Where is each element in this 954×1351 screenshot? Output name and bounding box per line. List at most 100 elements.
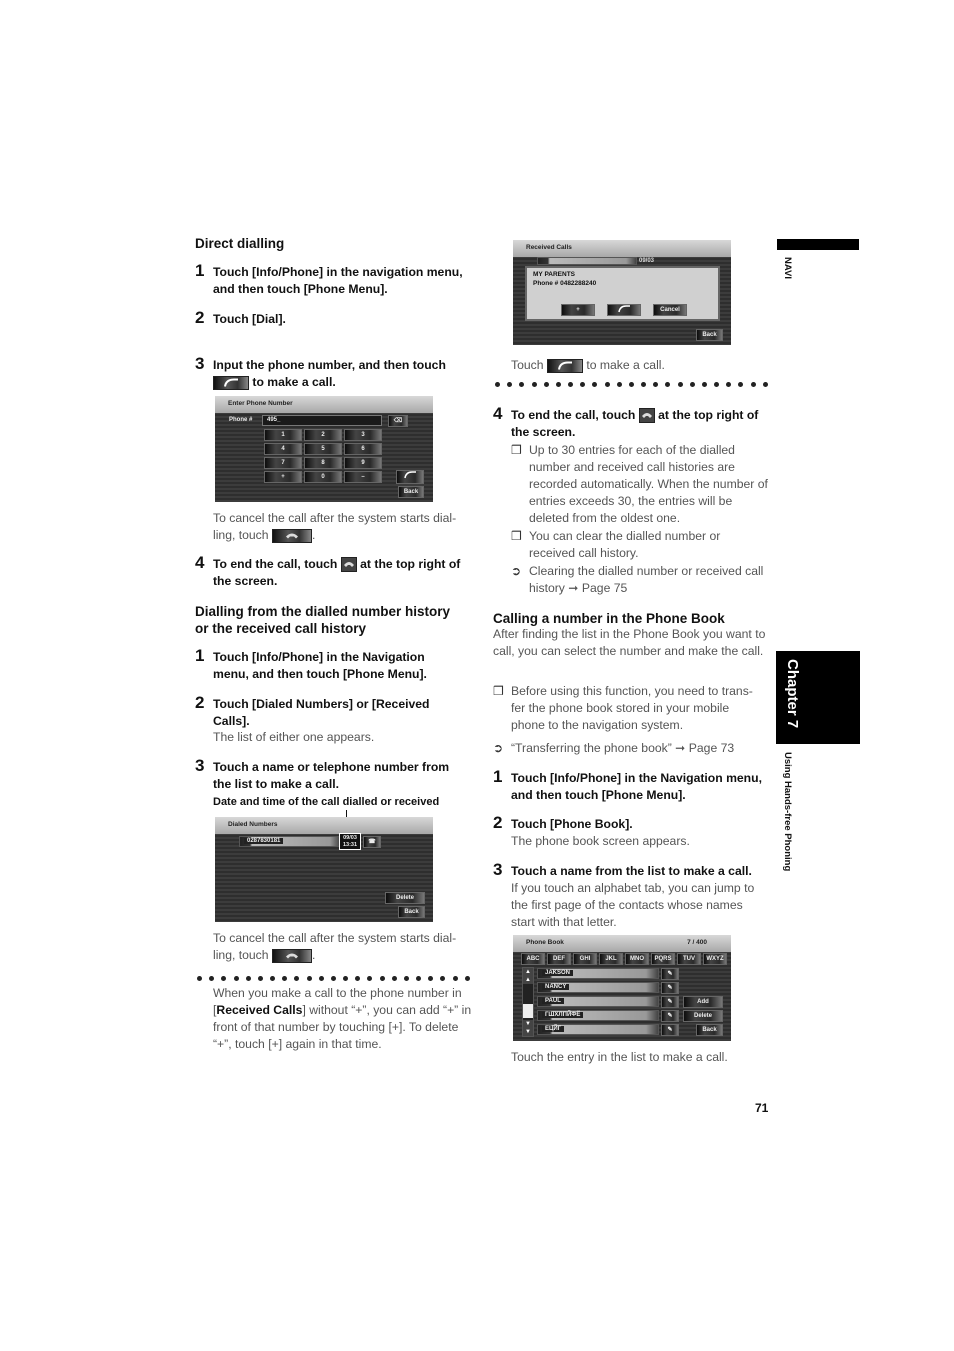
checkbox-bullet-icon: ❒ <box>511 529 522 543</box>
cancel-note-history: To cancel the call after the system star… <box>213 931 457 963</box>
edit-contact-button[interactable]: ✎ <box>661 996 679 1008</box>
key-4[interactable]: 4 <box>264 443 302 455</box>
phone-book-screen: Phone Book 7 / 400 ABC DEF GHI JKL MNO P… <box>513 935 731 1041</box>
chapter-tab: Chapter 7 <box>776 651 860 744</box>
back-button[interactable]: Back <box>398 906 425 918</box>
entry-count: 7 / 400 <box>687 939 707 946</box>
section-label: Using Hands-free Phoning <box>782 752 793 872</box>
phonebook-intro: After finding the list in the Phone Book… <box>493 627 766 658</box>
heading-phone-book: Calling a number in the Phone Book <box>493 611 725 626</box>
key-1[interactable]: 1 <box>264 429 302 441</box>
call-button-icon <box>546 358 583 373</box>
step-number: 2 <box>195 308 205 327</box>
note-history-limit: ❒ Up to 30 entries for each of the diall… <box>511 443 768 525</box>
tab-mno[interactable]: MNO <box>625 953 649 965</box>
key-plus[interactable]: + <box>264 471 302 483</box>
key-3[interactable]: 3 <box>344 429 382 441</box>
key-0[interactable]: 0 <box>304 471 342 483</box>
page-number: 71 <box>755 1101 769 1115</box>
contact-row[interactable]: NANCY <box>537 982 659 993</box>
heading-dialling-history: Dialling from the dialled number history… <box>195 604 451 636</box>
key-6[interactable]: 6 <box>344 443 382 455</box>
screen-title: Enter Phone Number <box>228 400 293 407</box>
call-entry-button[interactable]: ☎ <box>363 836 381 848</box>
scroll-up-icon[interactable]: ▲ ▲ <box>523 968 533 984</box>
tab-def[interactable]: DEF <box>547 953 571 965</box>
enter-phone-number-screen: Enter Phone Number Phone # 495_ ⌫ 1 2 3 … <box>215 396 433 502</box>
row-date: 09/03 <box>639 258 655 264</box>
reference-arrow-icon: ➲ <box>511 564 522 578</box>
phonebook-step-3-sub: If you touch an alphabet tab, you can ju… <box>511 881 755 929</box>
dialed-numbers-screen: Dialed Numbers 0287830181 09/03 13:31 ☎ … <box>215 817 433 922</box>
key-9[interactable]: 9 <box>344 457 382 469</box>
step-text: Input the phone number, and then touch <box>213 358 446 372</box>
key-5[interactable]: 5 <box>304 443 342 455</box>
phone-handset-icon <box>404 471 416 479</box>
step-number: 3 <box>195 354 205 373</box>
edit-contact-button[interactable]: ✎ <box>661 968 679 980</box>
contact-row[interactable]: ГШХЛПЙФЁ <box>537 1010 659 1021</box>
navi-tab-bar <box>777 239 859 250</box>
phonebook-caption: Touch the entry in the list to make a ca… <box>511 1050 728 1064</box>
backspace-button[interactable]: ⌫ <box>388 415 408 427</box>
contact-row[interactable]: ЕЦЙГ <box>537 1024 659 1035</box>
checkbox-bullet-icon: ❒ <box>511 443 522 457</box>
date-time-highlight: 09/03 13:31 <box>339 833 361 850</box>
call-button[interactable] <box>607 304 641 316</box>
delete-button[interactable]: Delete <box>683 1010 723 1022</box>
step-number: 1 <box>195 261 205 280</box>
received-calls-screen: Received Calls 09/03 MY PARENTS Phone # … <box>513 240 731 345</box>
tab-wxyz[interactable]: WXYZ <box>703 953 727 965</box>
call-button[interactable] <box>396 470 424 484</box>
back-button[interactable]: Back <box>696 1024 723 1036</box>
phone-number-field[interactable]: 495_ <box>262 415 382 426</box>
step-text: Touch [Info/Phone] in the navigation men… <box>213 265 463 296</box>
tab-abc[interactable]: ABC <box>521 953 545 965</box>
back-button[interactable]: Back <box>696 329 723 341</box>
dotted-divider <box>495 379 768 389</box>
phonebook-step-2-sub: The phone book screen appears. <box>511 834 690 848</box>
phone-label: Phone # <box>229 417 253 423</box>
hangup-icon <box>638 408 655 424</box>
tab-pqrs[interactable]: PQRS <box>651 953 675 965</box>
screen-title: Dialed Numbers <box>228 821 278 828</box>
chapter-label: Chapter 7 <box>784 659 801 729</box>
navi-label: NAVI <box>782 257 793 279</box>
cancel-button[interactable]: Cancel <box>653 304 687 316</box>
scroll-down-icon[interactable]: ▼ ▼ <box>523 1020 533 1036</box>
key-8[interactable]: 8 <box>304 457 342 469</box>
dialed-entry-row[interactable]: 0287830181 <box>239 836 341 847</box>
key-7[interactable]: 7 <box>264 457 302 469</box>
hangup-button-icon <box>271 528 312 543</box>
edit-contact-button[interactable]: ✎ <box>661 982 679 994</box>
key-2[interactable]: 2 <box>304 429 342 441</box>
screen-title: Phone Book <box>526 939 564 946</box>
back-button[interactable]: Back <box>398 486 424 498</box>
received-entry-row[interactable] <box>537 257 637 265</box>
contact-row[interactable]: JAKSON <box>537 968 659 979</box>
reference-arrow-icon: ➲ <box>493 741 504 755</box>
edit-contact-button[interactable]: ✎ <box>661 1024 679 1036</box>
note-clear-history: ❒ You can clear the dialled number or re… <box>511 529 721 560</box>
popup-phone: Phone # 0482288240 <box>533 280 597 287</box>
delete-button[interactable]: Delete <box>385 892 425 904</box>
edit-contact-button[interactable]: ✎ <box>661 1010 679 1022</box>
contact-row[interactable]: PAUL <box>537 996 659 1007</box>
popup-name: MY PARENTS <box>533 271 576 278</box>
plus-note: When you make a call to the phone number… <box>213 986 472 1051</box>
heading-direct-dialling: Direct dialling <box>195 236 285 251</box>
scroll-thumb[interactable] <box>523 1004 533 1018</box>
scrollbar[interactable]: ▲ ▲ ▼ ▼ <box>522 967 534 1037</box>
plus-button[interactable]: + <box>561 304 595 316</box>
call-popup: MY PARENTS Phone # 0482288240 + Cancel <box>525 266 720 321</box>
screen-title: Received Calls <box>526 244 572 251</box>
note-transfer-required: ❒ Before using this function, you need t… <box>493 684 753 732</box>
tab-jkl[interactable]: JKL <box>599 953 623 965</box>
step-number: 4 <box>195 553 205 572</box>
tab-tuv[interactable]: TUV <box>677 953 701 965</box>
link-transferring-phone-book[interactable]: ➲ “Transferring the phone book” ➞ Page 7… <box>493 740 768 757</box>
link-clearing-history[interactable]: ➲ Clearing the dialled number or receive… <box>511 563 769 597</box>
key-dash[interactable]: – <box>344 471 382 483</box>
tab-ghi[interactable]: GHI <box>573 953 597 965</box>
add-button[interactable]: Add <box>683 996 723 1008</box>
